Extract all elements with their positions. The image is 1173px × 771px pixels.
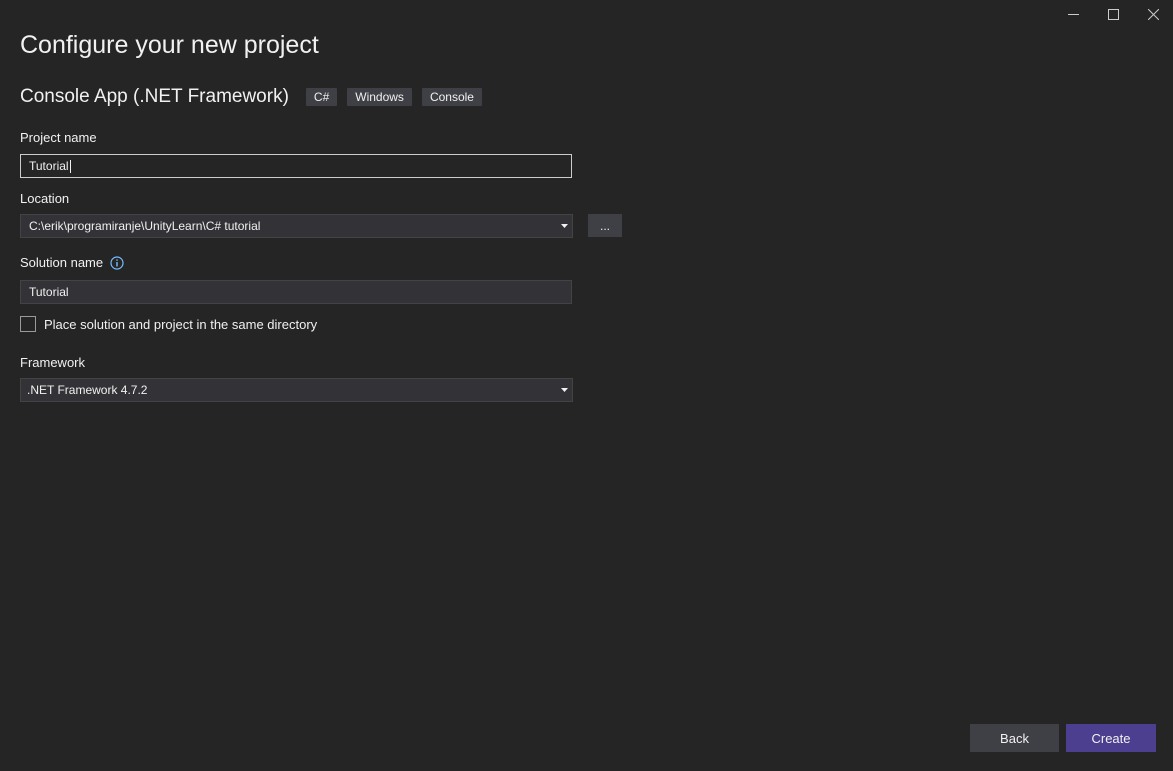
project-name-label-text: Project name	[20, 130, 97, 145]
framework-label: Framework	[20, 355, 85, 370]
location-combobox[interactable]: C:\erik\programiranje\UnityLearn\C# tuto…	[20, 214, 573, 238]
minimize-button[interactable]	[1053, 0, 1093, 28]
close-icon	[1147, 8, 1159, 20]
tag-language: C#	[305, 88, 338, 106]
solution-name-label: Solution name	[20, 255, 124, 270]
solution-name-value: Tutorial	[29, 285, 69, 299]
location-value: C:\erik\programiranje\UnityLearn\C# tuto…	[29, 219, 261, 233]
chevron-down-icon	[561, 224, 568, 228]
project-name-label: Project name	[20, 130, 97, 145]
framework-value: .NET Framework 4.7.2	[27, 383, 148, 397]
framework-label-text: Framework	[20, 355, 86, 370]
template-summary: Console App (.NET Framework) C# Windows …	[20, 86, 492, 108]
chevron-down-icon	[561, 388, 568, 392]
minimize-icon	[1067, 13, 1079, 15]
tag-project-type: Console	[421, 88, 482, 106]
same-directory-label: Place solution and project in the same d…	[44, 316, 318, 332]
back-button[interactable]: Back	[970, 724, 1059, 752]
same-directory-option[interactable]: Place solution and project in the same d…	[20, 316, 317, 332]
page-title: Configure your new project	[20, 31, 319, 59]
project-name-value: Tutorial	[29, 159, 69, 173]
same-directory-checkbox[interactable]	[20, 316, 36, 332]
location-label: Location	[20, 191, 69, 206]
maximize-button[interactable]	[1093, 0, 1133, 28]
template-name: Console App (.NET Framework)	[20, 86, 289, 107]
location-label-text: Location	[20, 191, 70, 206]
solution-name-input[interactable]: Tutorial	[20, 280, 572, 304]
tag-platform: Windows	[347, 88, 412, 106]
solution-name-label-text: Solution name	[20, 255, 104, 270]
browse-location-button[interactable]: ...	[588, 214, 622, 237]
text-caret	[69, 160, 71, 174]
info-icon[interactable]	[110, 255, 124, 270]
close-button[interactable]	[1133, 0, 1173, 28]
project-name-input[interactable]: Tutorial	[20, 154, 572, 178]
window-controls	[1053, 0, 1173, 28]
create-button[interactable]: Create	[1066, 724, 1156, 752]
framework-combobox[interactable]: .NET Framework 4.7.2	[20, 378, 573, 402]
maximize-icon	[1107, 8, 1119, 20]
